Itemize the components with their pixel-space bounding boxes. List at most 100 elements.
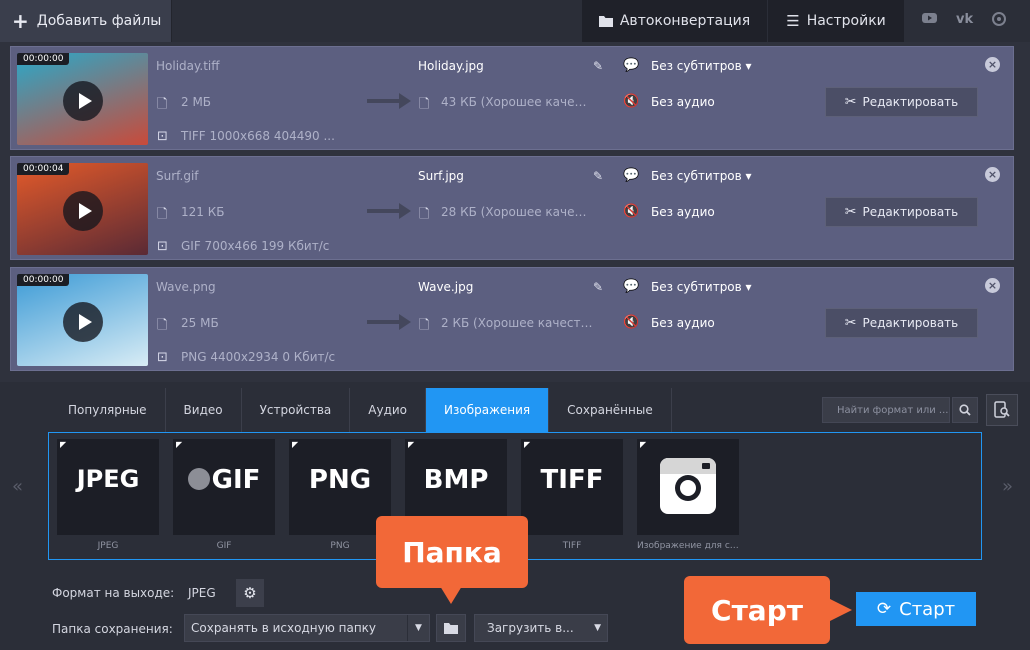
- source-size: 25 МБ: [181, 316, 219, 330]
- edit-button[interactable]: ✂ Редактировать: [825, 87, 978, 117]
- start-button[interactable]: ⟳ Старт: [856, 592, 976, 626]
- file-row[interactable]: 00:00:00 Holiday.tiff 🗋 2 МБ ⊡ TIFF 1000…: [10, 46, 1014, 150]
- rename-pencil-icon[interactable]: ✎: [593, 280, 603, 294]
- rename-pencil-icon[interactable]: ✎: [593, 169, 603, 183]
- corner-marker-icon: ◤: [176, 440, 183, 449]
- info-icon: ⊡: [157, 129, 168, 144]
- vk-icon[interactable]: vk: [956, 12, 973, 27]
- save-folder-select[interactable]: Сохранять в исходную папку ▼: [184, 614, 430, 642]
- corner-marker-icon: ◤: [640, 440, 647, 449]
- format-label: Изображение для соцсетей: [637, 541, 739, 551]
- tab-2[interactable]: Устройства: [241, 388, 351, 432]
- play-icon[interactable]: [63, 302, 103, 342]
- format-search-input[interactable]: Найти формат или ...: [822, 397, 950, 423]
- format-tile[interactable]: ◤ GIF: [173, 439, 275, 535]
- info-icon: ⊡: [157, 239, 168, 254]
- format-label: GIF: [216, 541, 232, 551]
- file-row[interactable]: 00:00:04 Surf.gif 🗋 121 КБ ⊡ GIF 700x466…: [10, 156, 1014, 260]
- tab-5[interactable]: Сохранённые: [549, 388, 672, 432]
- close-icon[interactable]: ×: [985, 278, 1000, 293]
- audio-select[interactable]: Без аудио: [651, 95, 715, 109]
- close-icon[interactable]: ×: [985, 57, 1000, 72]
- muted-audio-icon: 🔇: [623, 94, 640, 109]
- close-icon[interactable]: ×: [985, 167, 1000, 182]
- tab-1[interactable]: Видео: [165, 388, 242, 432]
- corner-marker-icon: ◤: [60, 440, 67, 449]
- search-icon[interactable]: [952, 397, 978, 423]
- output-filename: Surf.jpg: [418, 169, 464, 183]
- corner-marker-icon: ◤: [524, 440, 531, 449]
- file-icon: 🗋: [419, 318, 430, 333]
- play-icon[interactable]: [63, 191, 103, 231]
- play-icon[interactable]: [63, 81, 103, 121]
- edit-label: Редактировать: [862, 316, 959, 330]
- save-folder-value: Сохранять в исходную папку: [191, 621, 377, 635]
- arrow-right-icon: [367, 314, 411, 330]
- subtitles-select[interactable]: Без субтитров ▾: [651, 59, 752, 73]
- autoconvert-label: Автоконвертация: [619, 13, 751, 29]
- folder-icon: [444, 623, 458, 634]
- file-icon: 🗋: [157, 97, 168, 112]
- output-format-value: JPEG: [188, 586, 216, 600]
- edit-label: Редактировать: [862, 205, 959, 219]
- source-filename: Surf.gif: [156, 169, 199, 183]
- format-logo: PNG: [308, 465, 372, 495]
- subtitles-select[interactable]: Без субтитров ▾: [651, 280, 752, 294]
- open-folder-button[interactable]: [436, 614, 466, 642]
- source-filename: Holiday.tiff: [156, 59, 220, 73]
- subtitles-value: Без субтитров: [651, 280, 742, 294]
- menu-icon: ☰: [786, 12, 800, 30]
- scissors-icon: ✂: [844, 94, 857, 110]
- file-icon: 🗋: [419, 97, 430, 112]
- settings-button[interactable]: ☰ Настройки: [768, 0, 904, 42]
- output-format-label: Формат на выходе:: [52, 586, 175, 600]
- file-thumbnail[interactable]: 00:00:00: [17, 274, 148, 366]
- format-logo: JPEG: [76, 465, 140, 493]
- scroll-left-icon[interactable]: «: [12, 476, 23, 497]
- duration-badge: 00:00:00: [17, 53, 70, 65]
- find-device-icon[interactable]: [986, 394, 1018, 426]
- tab-0[interactable]: Популярные: [50, 388, 166, 432]
- tab-4[interactable]: Изображения: [426, 388, 550, 432]
- top-toolbar: + Добавить файлы Автоконвертация ☰ Настр…: [0, 0, 1030, 42]
- corner-marker-icon: ◤: [408, 440, 415, 449]
- format-logo: GIF: [211, 465, 261, 495]
- other-social-icon[interactable]: [992, 12, 1006, 30]
- autoconvert-button[interactable]: Автоконвертация: [582, 0, 767, 42]
- tab-3[interactable]: Аудио: [350, 388, 427, 432]
- file-row[interactable]: 00:00:00 Wave.png 🗋 25 МБ ⊡ PNG 4400x293…: [10, 267, 1014, 371]
- subtitles-select[interactable]: Без субтитров ▾: [651, 169, 752, 183]
- format-tile[interactable]: ◤: [637, 439, 739, 535]
- edit-button[interactable]: ✂ Редактировать: [825, 308, 978, 338]
- file-icon: 🗋: [419, 207, 430, 222]
- start-callout-text: Старт: [711, 593, 803, 627]
- upload-to-select[interactable]: Загрузить в... ▼: [474, 614, 608, 642]
- edit-button[interactable]: ✂ Редактировать: [825, 197, 978, 227]
- output-size: 2 КБ (Хорошее качество): [441, 316, 593, 330]
- subtitles-value: Без субтитров: [651, 169, 742, 183]
- file-thumbnail[interactable]: 00:00:04: [17, 163, 148, 255]
- settings-label: Настройки: [806, 13, 886, 29]
- refresh-icon: ⟳: [876, 599, 892, 619]
- audio-select[interactable]: Без аудио: [651, 316, 715, 330]
- format-tile[interactable]: ◤ TIFF: [521, 439, 623, 535]
- gear-icon[interactable]: ⚙: [236, 579, 264, 607]
- format-label: TIFF: [562, 541, 582, 551]
- instagram-icon: [637, 457, 739, 519]
- format-tile[interactable]: ◤ JPEG: [57, 439, 159, 535]
- subtitles-icon: 💬: [623, 58, 640, 73]
- source-info: PNG 4400x2934 0 Кбит/с: [181, 350, 336, 364]
- corner-marker-icon: ◤: [292, 440, 299, 449]
- scroll-right-icon[interactable]: »: [1002, 476, 1013, 497]
- add-files-button[interactable]: + Добавить файлы: [0, 0, 172, 42]
- arrow-right-icon: [367, 203, 411, 219]
- file-thumbnail[interactable]: 00:00:00: [17, 53, 148, 145]
- file-icon: 🗋: [157, 318, 168, 333]
- audio-select[interactable]: Без аудио: [651, 205, 715, 219]
- folder-icon: [598, 16, 613, 27]
- duration-badge: 00:00:04: [17, 163, 70, 175]
- youtube-icon[interactable]: [922, 12, 937, 28]
- format-tabs: Популярные Видео Устройства Аудио Изображени…: [50, 388, 672, 432]
- rename-pencil-icon[interactable]: ✎: [593, 59, 603, 73]
- audio-value: Без аудио: [651, 95, 715, 109]
